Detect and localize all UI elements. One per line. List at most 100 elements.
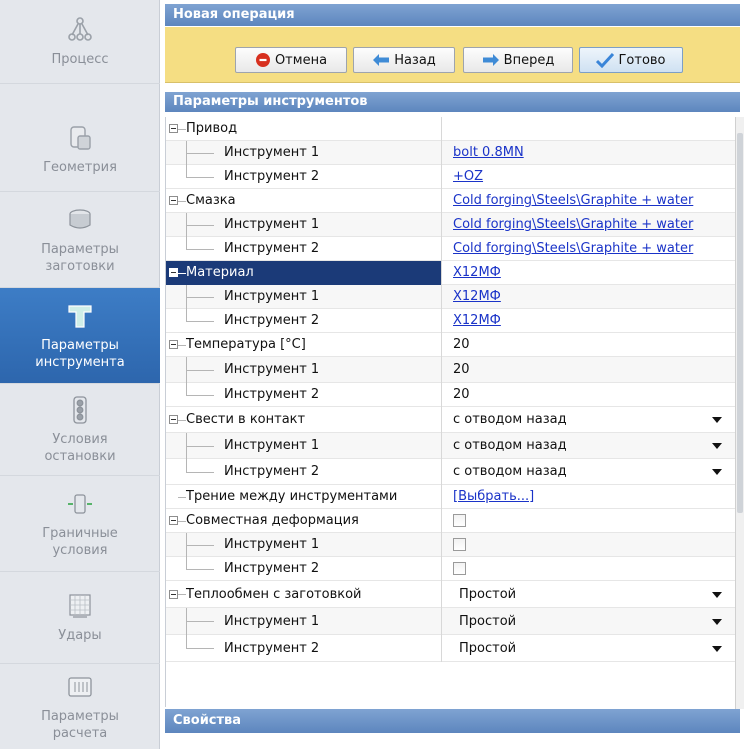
property-row-lubrication-tool2[interactable]: Инструмент 2 Cold forging\Steels\Graphit… (166, 237, 736, 261)
tool-params-section-header: Параметры инструментов (165, 92, 740, 112)
sidebar-item-label: Параметры расчета (41, 708, 119, 741)
property-name: Инструмент 2 (224, 464, 320, 479)
heat-tool2-dropdown[interactable]: Простой (443, 635, 736, 662)
contact-dropdown[interactable]: с отводом назад (443, 407, 736, 433)
lubrication-tool2-link[interactable]: Cold forging\Steels\Graphite + water (453, 241, 693, 256)
property-name: Инструмент 1 (224, 289, 320, 304)
contact-tool1-dropdown[interactable]: с отводом назад (443, 433, 736, 459)
boundary-conditions-icon (68, 493, 92, 514)
property-name: Теплообмен с заготовкой (186, 587, 362, 602)
sidebar-item-workpiece-params[interactable]: Параметры заготовки (0, 192, 160, 288)
chevron-down-icon (712, 619, 722, 625)
property-row-material-tool1[interactable]: Инструмент 1 Х12МФ (166, 285, 736, 309)
arrow-left-icon (373, 54, 390, 66)
property-row-joint-deformation[interactable]: Совместная деформация (166, 509, 736, 533)
property-name: Материал (186, 265, 254, 280)
drive-tool2-link[interactable]: +OZ (453, 169, 483, 184)
property-row-temperature-tool2[interactable]: Инструмент 2 20 (166, 383, 736, 407)
sidebar-item-label: Параметры инструмента (35, 337, 125, 370)
property-value (443, 117, 736, 141)
collapse-icon[interactable] (169, 516, 178, 525)
select-friction-link[interactable]: [Выбрать...] (453, 489, 534, 504)
material-tool2-link[interactable]: Х12МФ (453, 313, 501, 328)
property-row-material[interactable]: Материал Х12МФ (166, 261, 736, 285)
property-row-heat-exchange[interactable]: Теплообмен с заготовкой Простой (166, 581, 736, 608)
temperature-tool2-value[interactable]: 20 (443, 383, 736, 407)
property-row-joint-tool2[interactable]: Инструмент 2 (166, 557, 736, 581)
sidebar-item-blows[interactable]: Удары (0, 572, 160, 664)
scrollbar-thumb[interactable] (737, 133, 743, 513)
property-row-contact-tool2[interactable]: Инструмент 2 с отводом назад (166, 459, 736, 485)
toolbar: Отмена Назад Вперед Готово (165, 27, 740, 83)
property-row-joint-tool1[interactable]: Инструмент 1 (166, 533, 736, 557)
collapse-icon[interactable] (169, 415, 178, 424)
collapse-icon[interactable] (169, 124, 178, 133)
joint-tool2-checkbox[interactable] (453, 562, 466, 575)
property-name: Инструмент 2 (224, 241, 320, 256)
sidebar-item-calc-params[interactable]: Параметры расчета (0, 664, 160, 749)
property-name: Привод (186, 121, 238, 136)
property-name: Трение между инструментами (186, 489, 398, 504)
sidebar-item-geometry[interactable]: Геометрия (0, 108, 160, 192)
temperature-tool1-value[interactable]: 20 (443, 357, 736, 383)
checkmark-icon (596, 52, 615, 68)
sidebar-item-tool-params[interactable]: Параметры инструмента (0, 288, 160, 384)
lubrication-link[interactable]: Cold forging\Steels\Graphite + water (453, 193, 693, 208)
drive-tool1-link[interactable]: bolt 0.8MN (453, 145, 524, 160)
back-button[interactable]: Назад (353, 47, 455, 73)
lubrication-tool1-link[interactable]: Cold forging\Steels\Graphite + water (453, 217, 693, 232)
property-name: Инструмент 1 (224, 217, 320, 232)
property-row-temperature-tool1[interactable]: Инструмент 1 20 (166, 357, 736, 383)
heat-exchange-dropdown[interactable]: Простой (443, 581, 736, 608)
property-row-lubrication-tool1[interactable]: Инструмент 1 Cold forging\Steels\Graphit… (166, 213, 736, 237)
main-panel: Новая операция Отмена Назад Вперед Готов… (165, 0, 744, 749)
chevron-down-icon (712, 417, 722, 423)
forward-button[interactable]: Вперед (463, 47, 573, 73)
property-row-drive-tool2[interactable]: Инструмент 2 +OZ (166, 165, 736, 189)
property-name: Инструмент 2 (224, 641, 320, 656)
material-link[interactable]: Х12МФ (453, 265, 501, 280)
property-name: Инструмент 1 (224, 362, 320, 377)
collapse-icon[interactable] (169, 196, 178, 205)
collapse-icon[interactable] (169, 268, 178, 277)
property-grid: Привод Инструмент 1 bolt 0.8MN Инструмен… (165, 117, 736, 707)
vertical-scrollbar[interactable] (735, 117, 744, 709)
property-name: Инструмент 1 (224, 145, 320, 160)
sidebar-item-boundary-conditions[interactable]: Граничные условия (0, 476, 160, 572)
cancel-button[interactable]: Отмена (235, 47, 347, 73)
collapse-icon[interactable] (169, 590, 178, 599)
property-name: Температура [°C] (186, 337, 306, 352)
temperature-value[interactable]: 20 (443, 333, 736, 357)
property-name: Смазка (186, 193, 236, 208)
sidebar-item-stop-conditions[interactable]: Условия остановки (0, 384, 160, 476)
chevron-down-icon (712, 646, 722, 652)
joint-deformation-checkbox[interactable] (453, 514, 466, 527)
property-row-bring-into-contact[interactable]: Свести в контакт с отводом назад (166, 407, 736, 433)
sidebar-item-process[interactable]: Процесс (0, 0, 160, 84)
property-name: Инструмент 1 (224, 438, 320, 453)
property-name: Свести в контакт (186, 412, 306, 427)
property-name: Инструмент 2 (224, 313, 320, 328)
property-row-contact-tool1[interactable]: Инструмент 1 с отводом назад (166, 433, 736, 459)
property-row-heat-tool2[interactable]: Инструмент 2 Простой (166, 635, 736, 662)
material-tool1-link[interactable]: Х12МФ (453, 289, 501, 304)
contact-tool2-dropdown[interactable]: с отводом назад (443, 459, 736, 485)
property-row-material-tool2[interactable]: Инструмент 2 Х12МФ (166, 309, 736, 333)
heat-tool1-dropdown[interactable]: Простой (443, 608, 736, 635)
operation-title: Новая операция (165, 4, 740, 26)
chevron-down-icon (712, 592, 722, 598)
property-row-drive[interactable]: Привод (166, 117, 736, 141)
property-row-temperature[interactable]: Температура [°C] 20 (166, 333, 736, 357)
property-row-friction[interactable]: Трение между инструментами [Выбрать...] (166, 485, 736, 509)
sidebar-item-label: Граничные условия (42, 525, 118, 558)
property-row-heat-tool1[interactable]: Инструмент 1 Простой (166, 608, 736, 635)
workpiece-icon (69, 208, 91, 229)
done-button[interactable]: Готово (579, 47, 683, 73)
geometry-icon (70, 126, 91, 150)
joint-tool1-checkbox[interactable] (453, 538, 466, 551)
collapse-icon[interactable] (169, 340, 178, 349)
property-row-drive-tool1[interactable]: Инструмент 1 bolt 0.8MN (166, 141, 736, 165)
sidebar-item-label: Удары (58, 628, 102, 643)
tool-icon (68, 304, 92, 328)
property-row-lubrication[interactable]: Смазка Cold forging\Steels\Graphite + wa… (166, 189, 736, 213)
